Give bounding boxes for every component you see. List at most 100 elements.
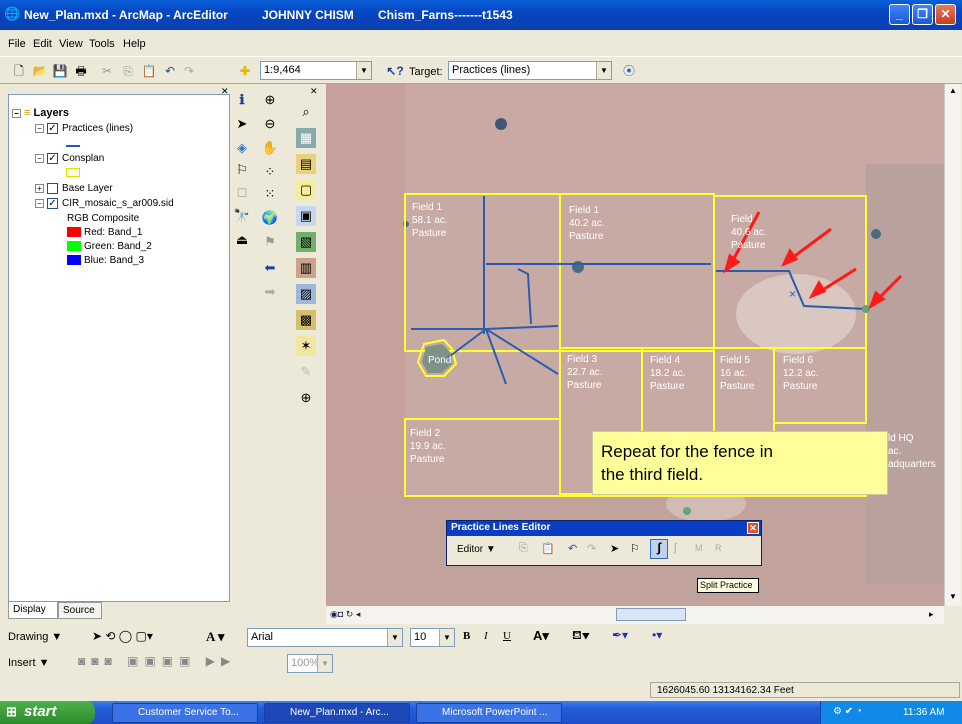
- text-tool-icon[interactable]: A ▾: [206, 629, 224, 645]
- tool-icon-b[interactable]: ▤: [296, 154, 316, 174]
- tool-icon-g[interactable]: ▨: [296, 284, 316, 304]
- add-data-icon[interactable]: ✚: [236, 62, 254, 80]
- chevron-down-icon[interactable]: ▼: [356, 62, 371, 79]
- select-elements-icon[interactable]: ➤: [232, 114, 252, 134]
- tool-icon-i[interactable]: ✶: [296, 336, 316, 356]
- target-combo[interactable]: Practices (lines) ▼: [448, 61, 612, 80]
- chevron-down-icon[interactable]: ▼: [439, 629, 454, 646]
- task-arcmap[interactable]: New_Plan.mxd - Arc...: [264, 703, 410, 723]
- toolbar-close-icon[interactable]: ✕: [310, 86, 318, 97]
- magnifier-icon[interactable]: ⌕: [296, 102, 316, 122]
- chevron-down-icon[interactable]: ▼: [596, 62, 611, 79]
- select-features-icon[interactable]: ◈: [232, 138, 252, 158]
- layer-checkbox[interactable]: ✓: [47, 153, 58, 164]
- tab-source[interactable]: Source: [58, 602, 102, 619]
- scroll-up-icon[interactable]: ▲: [949, 86, 957, 95]
- drawing-menu[interactable]: Drawing ▼: [8, 631, 62, 643]
- underline-icon[interactable]: U: [503, 630, 511, 642]
- toc-layer-cir[interactable]: − ✓ CIR_mosaic_s_ar009.sid: [35, 198, 174, 209]
- tool-icon-c[interactable]: ▢: [296, 180, 316, 200]
- task-customer-service[interactable]: Customer Service To...: [112, 703, 258, 723]
- marker-color-icon[interactable]: •▾: [652, 628, 662, 642]
- merge-icon[interactable]: M: [695, 543, 703, 553]
- redo-icon[interactable]: ↷: [180, 62, 198, 80]
- vertical-scrollbar[interactable]: ▲ ▼: [944, 84, 961, 606]
- scroll-thumb[interactable]: [616, 608, 686, 621]
- zoom-in-icon[interactable]: ⊕: [260, 90, 280, 110]
- layer-checkbox[interactable]: ✓: [47, 123, 58, 134]
- undo-icon[interactable]: ↶: [568, 542, 577, 555]
- goto-xy-icon[interactable]: ⏏: [232, 230, 252, 250]
- menu-view[interactable]: View: [59, 38, 83, 50]
- line-color-icon[interactable]: ✒▾: [612, 628, 628, 642]
- fill-color-icon[interactable]: ⛾▾: [572, 628, 590, 644]
- layout-tools-icons[interactable]: ◙◙◙ ▣▣▣▣ ▶▶: [78, 654, 236, 668]
- editor-toolbar-icon[interactable]: ⦿: [620, 62, 638, 80]
- copy-icon[interactable]: ⎘: [119, 62, 137, 80]
- menu-edit[interactable]: Edit: [33, 38, 52, 50]
- editor-menu[interactable]: Editor ▼: [457, 544, 496, 555]
- pan-hand-icon[interactable]: ✋: [260, 138, 280, 158]
- collapse-icon[interactable]: −: [35, 124, 44, 133]
- toc-close-icon[interactable]: ✕: [221, 86, 229, 97]
- cut-icon[interactable]: ✂: [98, 62, 116, 80]
- pencil-icon[interactable]: ✎: [296, 362, 316, 382]
- save-icon[interactable]: 💾: [51, 62, 69, 80]
- split-practice-icon[interactable]: ʃ: [650, 539, 668, 559]
- toc-root[interactable]: − ≡ Layers: [12, 107, 69, 119]
- italic-icon[interactable]: I: [484, 630, 488, 642]
- zoom-combo[interactable]: 100% ▼: [287, 654, 333, 673]
- start-button[interactable]: ⊞ start: [0, 701, 95, 724]
- tool-icon-e[interactable]: ▧: [296, 232, 316, 252]
- undo-icon[interactable]: ↶: [161, 62, 179, 80]
- tool-icon-f[interactable]: ▥: [296, 258, 316, 278]
- fixed-zoom-out-icon[interactable]: ⁙: [260, 184, 280, 204]
- hyperlink-tool-icon[interactable]: ⚑: [260, 232, 280, 252]
- back-arrow-icon[interactable]: ⬅: [260, 258, 280, 278]
- edit-tool-icon[interactable]: ➤: [610, 542, 619, 555]
- tool-icon-h[interactable]: ▩: [296, 310, 316, 330]
- zoom-out-icon[interactable]: ⊖: [260, 114, 280, 134]
- insert-menu[interactable]: Insert ▼: [8, 657, 49, 669]
- paste-icon[interactable]: 📋: [541, 542, 555, 555]
- font-size-combo[interactable]: 10 ▼: [410, 628, 455, 647]
- paste-icon[interactable]: 📋: [140, 62, 158, 80]
- full-extent-globe-icon[interactable]: 🌍: [260, 208, 280, 228]
- font-color-icon[interactable]: A▾: [533, 628, 549, 644]
- layer-checkbox[interactable]: [47, 183, 58, 194]
- select-elements-icon[interactable]: ➤ ⟲ ◯ ▢▾: [92, 629, 153, 643]
- whats-this-icon[interactable]: ↖?: [386, 62, 404, 80]
- horizontal-scrollbar[interactable]: ◉◘ ↻ ◂ ▸: [326, 606, 944, 624]
- menu-file[interactable]: File: [8, 38, 26, 50]
- collapse-icon[interactable]: −: [35, 199, 44, 208]
- editor-close-icon[interactable]: ✕: [747, 522, 759, 534]
- print-icon[interactable]: 🖶: [72, 62, 90, 80]
- fixed-zoom-in-icon[interactable]: ⁘: [260, 162, 280, 182]
- toc-layer-base[interactable]: + Base Layer: [35, 183, 113, 194]
- collapse-icon[interactable]: −: [12, 108, 21, 118]
- menu-help[interactable]: Help: [123, 38, 146, 50]
- new-document-icon[interactable]: 🗋: [10, 62, 28, 80]
- task-powerpoint[interactable]: Microsoft PowerPoint ...: [416, 703, 562, 723]
- find-binoculars-icon[interactable]: 🔭: [232, 206, 252, 226]
- editor-titlebar[interactable]: Practice Lines Editor ✕: [447, 521, 761, 536]
- minimize-button[interactable]: _: [889, 4, 910, 25]
- split-disabled-icon[interactable]: ʃ: [674, 542, 676, 554]
- expand-icon[interactable]: +: [35, 184, 44, 193]
- copy-icon[interactable]: ⎘: [519, 542, 528, 555]
- crosshair-icon[interactable]: ⊕: [296, 388, 316, 408]
- tray-icons[interactable]: ⚙ ✔ ◔: [833, 706, 862, 717]
- toc-layer-consplan[interactable]: − ✓ Consplan: [35, 153, 104, 164]
- open-folder-icon[interactable]: 📂: [31, 62, 49, 80]
- sketch-tool-icon[interactable]: ⚐: [630, 542, 640, 555]
- clear-selection-icon[interactable]: ◻: [232, 182, 252, 202]
- menu-tools[interactable]: Tools: [89, 38, 115, 50]
- close-button[interactable]: ✕: [935, 4, 956, 25]
- identify-icon[interactable]: ℹ: [232, 90, 252, 110]
- tool-icon-a[interactable]: ▦: [296, 128, 316, 148]
- collapse-icon[interactable]: −: [35, 154, 44, 163]
- tool-icon-d[interactable]: ▣: [296, 206, 316, 226]
- redo-icon[interactable]: ↷: [587, 542, 596, 555]
- layout-view-icons[interactable]: ◉◘ ↻ ◂: [330, 609, 360, 620]
- chevron-down-icon[interactable]: ▼: [317, 655, 332, 672]
